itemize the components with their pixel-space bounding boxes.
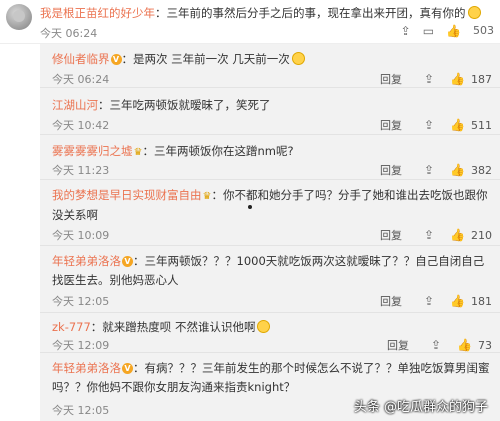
mouse-cursor [248,205,252,209]
thumbs-up-icon[interactable]: 👍 [446,25,461,37]
reply-text: 年轻弟弟洛洛 V ：有病？？？三年前发生的那个时候怎么不说了？？单独吃饭算男闺蜜吗？… [52,359,490,397]
reply-item: 我的梦想是早日实现财富自由♛：你不都和她分手了吗？分手了她和谁出去吃饭也跟你没关… [40,180,500,246]
like-button[interactable]: 👍 511 [450,119,492,132]
reply-body: ：就来蹭热度呗 不然谁认识他啊 [90,320,256,334]
reply-time: 今天 10:09 [52,229,110,242]
smile-emoji-icon [291,52,305,65]
reply-item: 年轻弟弟洛洛 V ：三年两顿饭？？？1000天就吃饭两次这就暧昧了？？自己自闭自己找… [40,246,500,313]
comment-icon[interactable]: ▭ [423,25,434,37]
share-icon[interactable]: ⇪ [424,73,434,85]
reply-text: 年轻弟弟洛洛 V ：三年两顿饭？？？1000天就吃饭两次这就暧昧了？？自己自闭自己找… [52,252,490,290]
share-icon[interactable]: ⇪ [424,229,434,241]
reply-text: 江湖山河：三年吃两顿饭就暧昧了，笑死了 [52,96,490,115]
like-button[interactable]: 👍 210 [450,229,492,242]
reply-button[interactable]: 回复 [380,162,402,178]
reply-time: 今天 12:05 [52,295,110,308]
reply-button[interactable]: 回复 [380,71,402,87]
reply-body: ：三年两顿饭你在这蹭nm呢? [142,144,294,158]
reply-username[interactable]: zk-777 [52,320,91,334]
reply-time: 今天 11:23 [52,164,110,177]
verified-badge-icon: V [122,363,133,374]
main-comment-actions: ⇪ ▭ 👍 503 [401,24,494,37]
reply-actions: 回复 ⇪ 👍 382 [380,162,492,178]
reply-item: 江湖山河：三年吃两顿饭就暧昧了，笑死了 今天 10:42 回复 ⇪ 👍 511 [40,88,500,135]
reply-body: ：三年吃两顿饭就暧昧了，笑死了 [98,98,271,112]
reply-time: 今天 12:05 [52,404,110,417]
reply-button[interactable]: 回复 [387,337,409,353]
like-button[interactable]: 👍 187 [450,73,492,86]
thumbs-up-icon: 👍 [450,294,465,308]
like-count: 181 [471,294,492,308]
reply-actions: 回复 ⇪ 👍 181 [380,293,492,309]
main-comment-text: 我是根正苗红的好少年：三年前的事然后分手之后的事，现在拿出来开团，真有你的 [40,5,481,21]
share-icon[interactable]: ⇪ [431,339,441,351]
reply-actions: 回复 ⇪ 👍 210 [380,227,492,243]
share-icon[interactable]: ⇪ [424,295,434,307]
verified-badge-icon: V [110,54,122,65]
reply-button[interactable]: 回复 [380,117,402,133]
replies-panel: 修仙者临界 V ：是两次 三年前一次 几天前一次 今天 06:24 回复 ⇪ 👍 18… [40,44,500,421]
like-count: 187 [471,72,492,86]
thumbs-up-icon: 👍 [450,163,465,177]
reply-item: 修仙者临界 V ：是两次 三年前一次 几天前一次 今天 06:24 回复 ⇪ 👍 18… [40,44,500,88]
reply-actions: 回复 ⇪ 👍 511 [380,117,492,133]
reply-actions: 回复 ⇪ 👍 187 [380,71,492,87]
like-button[interactable]: 👍 181 [450,295,492,308]
reply-username[interactable]: 雾雾雾雾归之墟 [52,144,133,158]
main-comment: 我是根正苗红的好少年：三年前的事然后分手之后的事，现在拿出来开团，真有你的 今天… [0,0,500,44]
reply-username[interactable]: 江湖山河 [52,98,98,112]
reply-time: 今天 06:24 [52,73,110,86]
thumbs-up-icon: 👍 [450,118,465,132]
like-count: 210 [471,228,492,242]
watermark: 头条 @吃瓜群众的狗子 [353,400,488,415]
reply-button[interactable]: 回复 [380,293,402,309]
share-icon[interactable]: ⇪ [424,119,434,131]
share-icon[interactable]: ⇪ [424,164,434,176]
reply-text: 雾雾雾雾归之墟♛：三年两顿饭你在这蹭nm呢? [52,142,490,162]
reply-item: 雾雾雾雾归之墟♛：三年两顿饭你在这蹭nm呢? 今天 11:23 回复 ⇪ 👍 38… [40,135,500,180]
smile-emoji-icon [467,6,481,19]
thumbs-up-icon: 👍 [450,228,465,242]
reply-button[interactable]: 回复 [380,227,402,243]
like-button[interactable]: 👍 73 [457,339,492,352]
reply-text: 我的梦想是早日实现财富自由♛：你不都和她分手了吗？分手了她和谁出去吃饭也跟你没关… [52,186,490,225]
like-count: 511 [471,118,492,132]
reply-text: zk-777：就来蹭热度呗 不然谁认识他啊 [52,318,490,337]
reply-username[interactable]: 年轻弟弟洛洛 [52,254,121,268]
like-count: 73 [478,338,492,352]
reply-actions: 回复 ⇪ 👍 73 [387,337,492,353]
reply-username[interactable]: 修仙者临界 [52,52,110,66]
main-comment-date: 今天 06:24 [40,27,98,40]
share-icon[interactable]: ⇪ [401,25,411,37]
like-button[interactable]: 👍 382 [450,164,492,177]
main-comment-username[interactable]: 我是根正苗红的好少年 [40,6,155,20]
avatar[interactable] [6,4,32,30]
thumbs-up-icon: 👍 [450,72,465,86]
reply-username[interactable]: 我的梦想是早日实现财富自由 [52,188,202,202]
verified-badge-icon: V [122,256,133,267]
main-comment-body: ：三年前的事然后分手之后的事，现在拿出来开团，真有你的 [155,6,466,20]
like-count: 382 [471,163,492,177]
reply-text: 修仙者临界 V ：是两次 三年前一次 几天前一次 [52,50,490,69]
reply-body: ：是两次 三年前一次 几天前一次 [121,52,290,66]
main-comment-like-count: 503 [473,24,494,37]
smirk-emoji-icon [257,320,271,333]
reply-time: 今天 12:09 [52,339,110,352]
reply-time: 今天 10:42 [52,119,110,132]
reply-item: zk-777：就来蹭热度呗 不然谁认识他啊 今天 12:09 回复 ⇪ 👍 73 [40,313,500,353]
reply-username[interactable]: 年轻弟弟洛洛 [52,361,121,375]
thumbs-up-icon: 👍 [457,338,472,352]
